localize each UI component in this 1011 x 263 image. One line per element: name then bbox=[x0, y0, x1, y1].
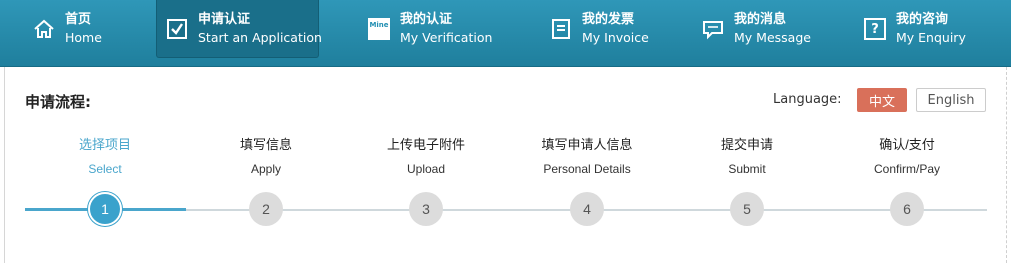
nav-my-verification[interactable]: Mine 我的认证 My Verification bbox=[368, 0, 492, 58]
step-circle-5: 5 bbox=[730, 192, 764, 226]
step-circle-1: 1 bbox=[88, 192, 122, 226]
top-navigation: 首页 Home 申请认证 Start an Application Mine 我… bbox=[0, 0, 1011, 67]
nav-home-label-zh: 首页 bbox=[65, 12, 92, 27]
step-label-zh: 选择项目 bbox=[78, 137, 131, 152]
nav-my-enquiry-label-zh: 我的咨询 bbox=[896, 12, 949, 27]
nav-my-verification-label-en: My Verification bbox=[400, 30, 493, 45]
invoice-icon bbox=[550, 18, 572, 40]
step-confirm-pay: 确认/支付 Confirm/Pay bbox=[827, 137, 987, 176]
step-label-zh: 上传电子附件 bbox=[386, 137, 465, 152]
nav-my-enquiry[interactable]: ? 我的咨询 My Enquiry bbox=[864, 0, 966, 58]
nav-my-message-label-zh: 我的消息 bbox=[734, 12, 787, 27]
nav-my-message[interactable]: 我的消息 My Message bbox=[702, 0, 811, 58]
language-english-button[interactable]: English bbox=[916, 88, 986, 112]
step-label-zh: 提交申请 bbox=[720, 137, 773, 152]
step-personal-details: 填写申请人信息 Personal Details bbox=[507, 137, 667, 176]
step-label-en: Apply bbox=[250, 162, 282, 176]
step-circle-4: 4 bbox=[570, 192, 604, 226]
nav-home-label-en: Home bbox=[65, 30, 102, 45]
application-flow-panel: 申请流程: Language: 中文 English 选择项目 Select 填… bbox=[4, 67, 1007, 263]
nav-start-application-label-en: Start an Application bbox=[198, 29, 322, 45]
step-label-en: Select bbox=[88, 162, 122, 176]
step-label-en: Upload bbox=[406, 162, 446, 176]
nav-my-invoice-label-zh: 我的发票 bbox=[582, 12, 635, 27]
nav-my-invoice[interactable]: 我的发票 My Invoice bbox=[550, 0, 649, 58]
step-label-en: Personal Details bbox=[543, 162, 631, 176]
step-circle-3: 3 bbox=[409, 192, 443, 226]
flow-title: 申请流程: bbox=[25, 93, 91, 111]
step-circle-2: 2 bbox=[249, 192, 283, 226]
nav-my-invoice-label-en: My Invoice bbox=[582, 30, 649, 45]
step-submit: 提交申请 Submit bbox=[667, 137, 827, 176]
step-label-zh: 填写申请人信息 bbox=[541, 137, 633, 152]
question-icon: ? bbox=[864, 18, 886, 40]
language-label: Language: bbox=[773, 92, 842, 107]
step-label-en: Confirm/Pay bbox=[873, 162, 941, 176]
mine-icon-text: Mine bbox=[369, 21, 389, 29]
question-icon-text: ? bbox=[871, 21, 879, 37]
step-label-en: Submit bbox=[728, 162, 766, 176]
nav-my-enquiry-label-en: My Enquiry bbox=[896, 30, 966, 45]
message-icon bbox=[702, 18, 724, 40]
step-apply: 填写信息 Apply bbox=[186, 137, 346, 176]
step-label-zh: 确认/支付 bbox=[879, 137, 935, 152]
step-circle-6: 6 bbox=[890, 192, 924, 226]
nav-start-application-label-zh: 申请认证 bbox=[198, 11, 251, 27]
nav-my-verification-label-zh: 我的认证 bbox=[400, 12, 453, 27]
checkbox-icon bbox=[166, 18, 188, 40]
nav-my-message-label-en: My Message bbox=[734, 30, 811, 45]
language-chinese-button[interactable]: 中文 bbox=[857, 88, 907, 112]
nav-start-application[interactable]: 申请认证 Start an Application bbox=[156, 0, 322, 58]
step-select: 选择项目 Select bbox=[25, 137, 185, 176]
step-upload: 上传电子附件 Upload bbox=[346, 137, 506, 176]
step-label-zh: 填写信息 bbox=[239, 137, 292, 152]
mine-icon: Mine bbox=[368, 18, 390, 40]
nav-home[interactable]: 首页 Home bbox=[33, 0, 102, 58]
home-icon bbox=[33, 18, 55, 40]
